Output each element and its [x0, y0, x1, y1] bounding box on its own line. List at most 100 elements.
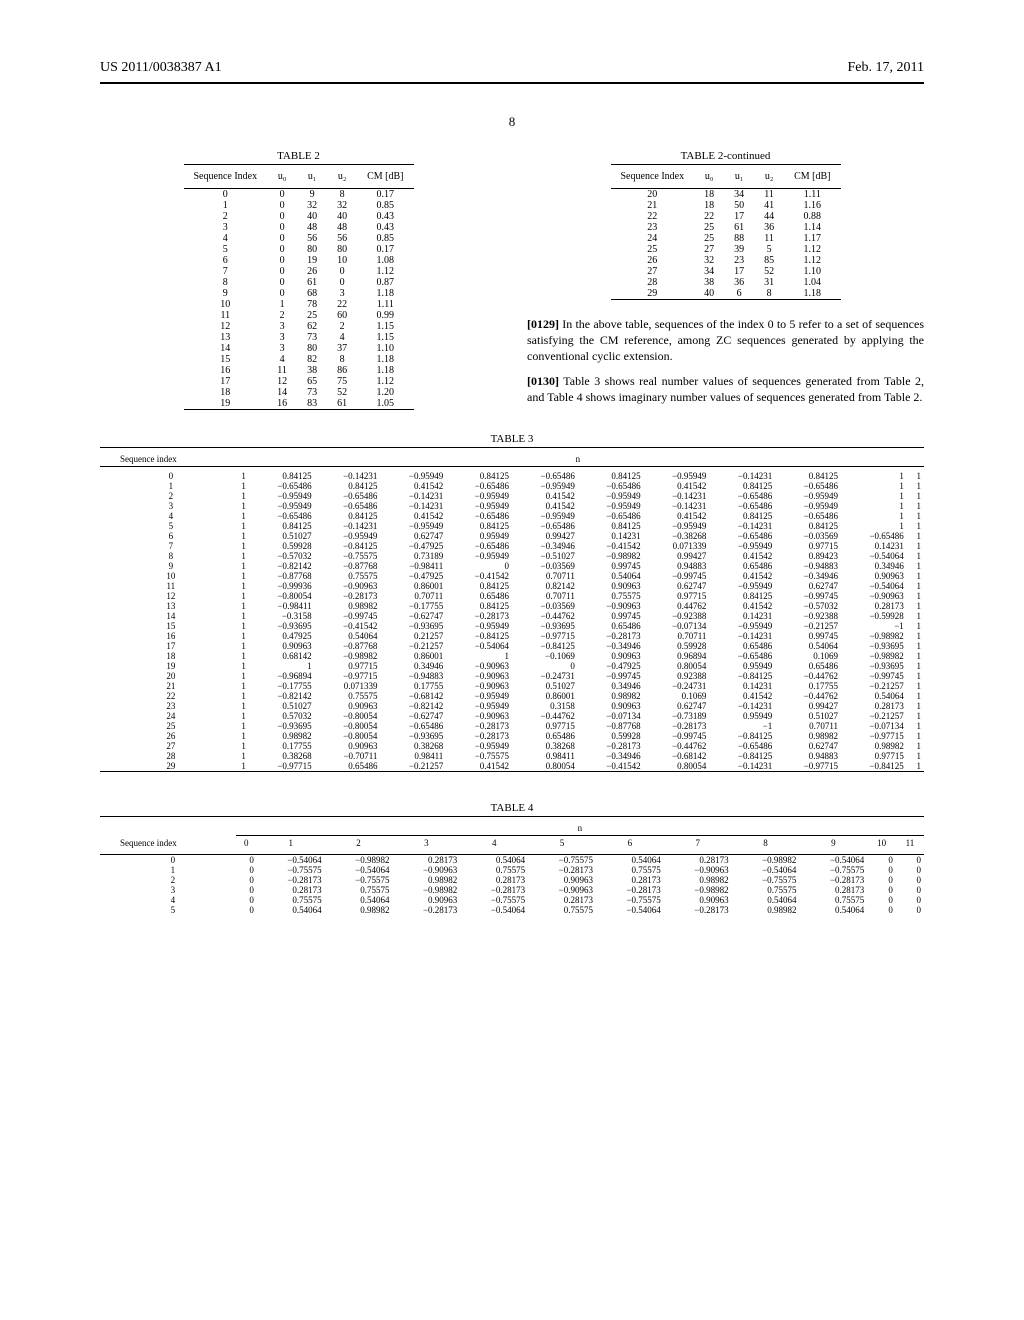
- cell: 28: [611, 277, 695, 288]
- cell: −0.95949: [249, 501, 315, 511]
- cell: −0.98982: [664, 885, 732, 895]
- cell: −0.75575: [732, 875, 800, 885]
- cell: 1: [841, 491, 907, 501]
- cell: 1: [232, 721, 249, 731]
- cell: 0.84125: [446, 581, 512, 591]
- th-n: n: [232, 452, 924, 467]
- cell: 1: [232, 561, 249, 571]
- cell: 2: [327, 321, 357, 332]
- cell: 1: [232, 511, 249, 521]
- cell: 0.90963: [528, 875, 596, 885]
- cell: 0.62747: [644, 701, 710, 711]
- table-row: 21−0.95949−0.65486−0.14231−0.959490.4154…: [100, 491, 924, 501]
- cell: 0.28173: [392, 854, 460, 865]
- cell: 1: [267, 299, 297, 310]
- table-row: 2410.57032−0.80054−0.62747−0.90963−0.447…: [100, 711, 924, 721]
- cell: 10: [184, 299, 268, 310]
- cell: 11: [184, 310, 268, 321]
- cell: −0.97715: [315, 671, 381, 681]
- cell: 1.12: [784, 244, 840, 255]
- cell: 1: [232, 681, 249, 691]
- table-row: 10178221.11: [184, 299, 414, 310]
- cell: 0.41542: [644, 481, 710, 491]
- cell: 40: [327, 211, 357, 222]
- table-row: 906831.18: [184, 288, 414, 299]
- table-row: 181473521.20: [184, 387, 414, 398]
- cell: 0.94883: [775, 751, 841, 761]
- cell: −0.87768: [249, 571, 315, 581]
- table-row: 232561361.14: [611, 222, 841, 233]
- cell: 15: [184, 354, 268, 365]
- th-col: 10: [867, 835, 896, 850]
- cell: 0: [267, 277, 297, 288]
- cell: −0.54064: [446, 641, 512, 651]
- cell: 0: [236, 865, 257, 875]
- cell: −0.84125: [446, 631, 512, 641]
- cell: −0.44762: [775, 671, 841, 681]
- table-row: 702601.12: [184, 266, 414, 277]
- cell: 3: [100, 501, 232, 511]
- cell: −0.93695: [841, 641, 907, 651]
- cell: 1: [232, 541, 249, 551]
- th-col: 9: [799, 835, 867, 850]
- cell: 1: [907, 481, 924, 491]
- cell: 1: [907, 491, 924, 501]
- cell: −0.41542: [578, 541, 644, 551]
- cell: −0.57032: [775, 601, 841, 611]
- cell: −0.14231: [315, 521, 381, 531]
- cell: 0: [327, 277, 357, 288]
- cell: 0.1069: [775, 651, 841, 661]
- cell: −0.75575: [257, 865, 325, 875]
- cell: −0.75575: [799, 865, 867, 875]
- cell: −0.28173: [315, 591, 381, 601]
- paragraph-0130: [0130] Table 3 shows real number values …: [527, 373, 924, 405]
- cell: −0.75575: [315, 551, 381, 561]
- cell: 37: [327, 343, 357, 354]
- cell: −0.14231: [709, 521, 775, 531]
- cell: 52: [327, 387, 357, 398]
- cell: −0.65486: [841, 531, 907, 541]
- cell: −0.96894: [249, 671, 315, 681]
- cell: 1: [249, 661, 315, 671]
- cell: 9: [184, 288, 268, 299]
- cell: 18: [184, 387, 268, 398]
- table-row: 171265751.12: [184, 376, 414, 387]
- cell: 0.99745: [775, 631, 841, 641]
- cell: 17: [100, 641, 232, 651]
- cell: 0: [267, 189, 297, 201]
- cell: 1: [232, 601, 249, 611]
- cell: 27: [694, 244, 724, 255]
- cell: 1: [232, 651, 249, 661]
- cell: −0.14231: [709, 631, 775, 641]
- th-seq: Sequence index: [100, 835, 236, 850]
- cell: −0.47925: [578, 661, 644, 671]
- cell: 0.90963: [841, 571, 907, 581]
- cell: −1: [709, 721, 775, 731]
- cell: −0.28173: [446, 611, 512, 621]
- cell: 1.11: [784, 189, 840, 201]
- table-row: 1810.68142−0.989820.860011−0.10690.90963…: [100, 651, 924, 661]
- cell: −0.97715: [841, 731, 907, 741]
- cell: 0: [896, 905, 924, 915]
- table-row: 010.84125−0.14231−0.959490.84125−0.65486…: [100, 471, 924, 481]
- cell: 1: [232, 581, 249, 591]
- cell: 27: [100, 741, 232, 751]
- cell: 1: [232, 741, 249, 751]
- cell: 0.84125: [446, 471, 512, 481]
- cell: 0.62747: [775, 741, 841, 751]
- cell: 1: [907, 541, 924, 551]
- table-row: 710.59928−0.84125−0.47925−0.65486−0.3494…: [100, 541, 924, 551]
- th-col: 1: [257, 835, 325, 850]
- table-row: 201834111.11: [611, 189, 841, 201]
- cell: 1: [232, 701, 249, 711]
- th-col: 6: [596, 835, 664, 850]
- cell: 3: [327, 288, 357, 299]
- table-row: 291−0.977150.65486−0.212570.415420.80054…: [100, 761, 924, 772]
- cell: 1: [232, 641, 249, 651]
- cell: −0.14231: [644, 491, 710, 501]
- cell: 0.41542: [709, 601, 775, 611]
- cell: 1: [232, 671, 249, 681]
- cell: 1.04: [784, 277, 840, 288]
- cell: 0.28173: [841, 701, 907, 711]
- cell: 0.41542: [512, 491, 578, 501]
